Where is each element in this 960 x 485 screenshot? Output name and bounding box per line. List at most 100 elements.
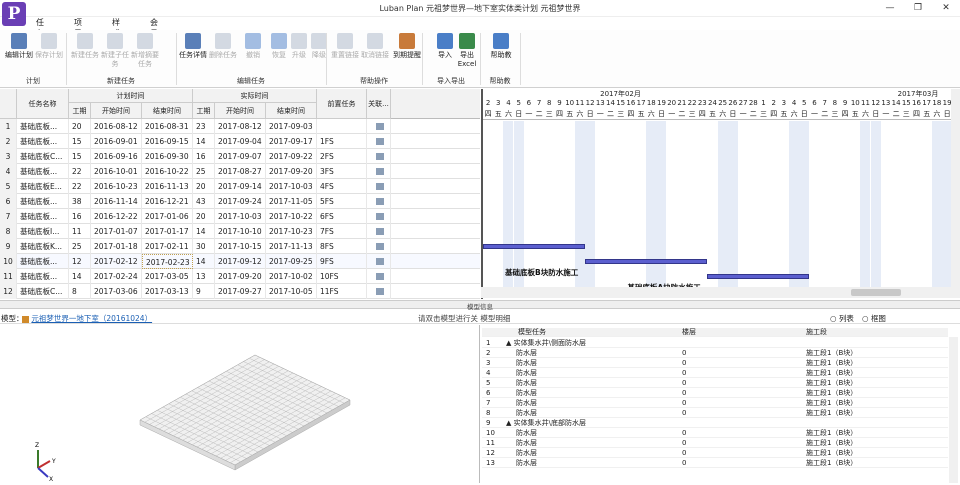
association-cell[interactable] xyxy=(367,269,391,284)
cell-ad[interactable]: 20 xyxy=(193,179,215,194)
cell-ad[interactable]: 20 xyxy=(193,209,215,224)
association-cell[interactable] xyxy=(367,284,391,299)
cell-ps[interactable]: 2016-08-12 xyxy=(91,119,142,134)
cell-as[interactable]: 2017-09-24 xyxy=(215,194,266,209)
cell-pe[interactable]: 2017-02-11 xyxy=(142,239,193,254)
cell-pred[interactable] xyxy=(317,119,367,134)
tree-row[interactable]: 3 防水层 0 施工段1（B块） xyxy=(482,359,948,368)
cell-pe[interactable]: 2017-02-23 xyxy=(142,254,193,269)
cell-as[interactable]: 2017-09-12 xyxy=(215,254,266,269)
table-row[interactable]: 12 基础底板C... 8 2017-03-06 2017-03-13 9 2017-09-… xyxy=(0,284,480,299)
edit-plan-button[interactable]: 编辑计划 xyxy=(4,33,34,60)
cell-pe[interactable]: 2016-09-15 xyxy=(142,134,193,149)
cell-pd[interactable]: 14 xyxy=(69,269,91,284)
cell-pred[interactable]: 2FS xyxy=(317,149,367,164)
tree-row[interactable]: 5 防水层 0 施工段1（B块） xyxy=(482,379,948,388)
tree-row[interactable]: 2 防水层 0 施工段1（B块） xyxy=(482,349,948,358)
cell-pred[interactable]: 11FS xyxy=(317,284,367,299)
col-plan-duration[interactable]: 工期 xyxy=(69,103,91,119)
cell-pd[interactable]: 16 xyxy=(69,209,91,224)
tree-vertical-scrollbar[interactable] xyxy=(949,337,958,483)
new-subtask-button[interactable]: 新建子任务 xyxy=(100,33,130,69)
association-cell[interactable] xyxy=(367,209,391,224)
tree-column-header[interactable]: 施工段 xyxy=(806,328,827,337)
frame-radio[interactable]: ○ 框图 xyxy=(862,313,886,324)
cell-as[interactable]: 2017-08-12 xyxy=(215,119,266,134)
cell-pe[interactable]: 2017-03-05 xyxy=(142,269,193,284)
gantt-task-bar[interactable] xyxy=(483,244,585,249)
cell-as[interactable]: 2017-09-27 xyxy=(215,284,266,299)
tree-row[interactable]: 12 防水层 0 施工段1（B块） xyxy=(482,449,948,458)
association-cell[interactable] xyxy=(367,164,391,179)
help-button[interactable]: 帮助教 xyxy=(486,33,516,60)
cell-name[interactable]: 基础底板E... xyxy=(17,179,69,194)
cell-as[interactable]: 2017-09-20 xyxy=(215,269,266,284)
cell-ad[interactable]: 43 xyxy=(193,194,215,209)
cell-pe[interactable]: 2016-10-22 xyxy=(142,164,193,179)
cell-ps[interactable]: 2016-10-01 xyxy=(91,164,142,179)
cell-ae[interactable]: 2017-10-05 xyxy=(266,284,317,299)
cell-ad[interactable]: 14 xyxy=(193,254,215,269)
cell-pe[interactable]: 2017-01-06 xyxy=(142,209,193,224)
cell-as[interactable]: 2017-10-10 xyxy=(215,224,266,239)
cell-ad[interactable]: 16 xyxy=(193,149,215,164)
cell-as[interactable]: 2017-09-07 xyxy=(215,149,266,164)
cell-pe[interactable]: 2016-09-30 xyxy=(142,149,193,164)
cell-pred[interactable]: 1FS xyxy=(317,134,367,149)
cell-as[interactable]: 2017-09-14 xyxy=(215,179,266,194)
tree-row[interactable]: 11 防水层 0 施工段1（B块） xyxy=(482,439,948,448)
table-row[interactable]: 2 基础底板... 15 2016-09-01 2016-09-15 14 2017-09-… xyxy=(0,134,480,149)
cell-pd[interactable]: 20 xyxy=(69,119,91,134)
tree-row[interactable]: 10 防水层 0 施工段1（B块） xyxy=(482,429,948,438)
cell-ps[interactable]: 2017-02-12 xyxy=(91,254,142,269)
cell-ae[interactable]: 2017-09-22 xyxy=(266,149,317,164)
table-row[interactable]: 7 基础底板... 16 2016-12-22 2017-01-06 20 2017-10-… xyxy=(0,209,480,224)
model-link[interactable]: 元祖梦世界一地下室（20161024） xyxy=(22,313,152,324)
cell-pd[interactable]: 8 xyxy=(69,284,91,299)
cell-name[interactable]: 基础底板C... xyxy=(17,149,69,164)
cell-pd[interactable]: 22 xyxy=(69,179,91,194)
cell-name[interactable]: 基础底板... xyxy=(17,269,69,284)
app-logo-icon[interactable]: P xyxy=(2,2,26,26)
cell-ps[interactable]: 2016-09-16 xyxy=(91,149,142,164)
cell-pe[interactable]: 2016-11-13 xyxy=(142,179,193,194)
delete-task-button[interactable]: 删除任务 xyxy=(208,33,238,60)
cell-name[interactable]: 基础底板... xyxy=(17,254,69,269)
gantt-chart[interactable]: 2017年02月 2017年03月 2 四 3 五 4 六 5 日 6 一 7 二 8 三 9 四 10 五 11 六 12… xyxy=(481,89,960,299)
table-row[interactable]: 11 基础底板... 14 2017-02-24 2017-03-05 13 2017-09… xyxy=(0,269,480,284)
cell-pred[interactable]: 4FS xyxy=(317,179,367,194)
tree-row[interactable]: 13 防水层 0 施工段1（B块） xyxy=(482,459,948,468)
cell-name[interactable]: 基础底板K... xyxy=(17,239,69,254)
summary-task-button[interactable]: 新增摘要任务 xyxy=(130,33,160,69)
cell-as[interactable]: 2017-08-27 xyxy=(215,164,266,179)
cell-ps[interactable]: 2016-11-14 xyxy=(91,194,142,209)
close-button[interactable]: ✕ xyxy=(936,2,956,15)
task-detail-button[interactable]: 任务详情 xyxy=(178,33,208,60)
cell-pred[interactable]: 3FS xyxy=(317,164,367,179)
association-cell[interactable] xyxy=(367,254,391,269)
table-row[interactable]: 8 基础底板I... 11 2017-01-07 2017-01-17 14 2017-10… xyxy=(0,224,480,239)
cell-ps[interactable]: 2016-09-01 xyxy=(91,134,142,149)
association-cell[interactable] xyxy=(367,179,391,194)
save-plan-button[interactable]: 保存计划 xyxy=(34,33,64,60)
unlink-button[interactable]: 取消链接 xyxy=(360,33,390,60)
tree-row[interactable]: 9 ▲ 实体集水井\底部防水层 xyxy=(482,419,948,428)
cell-ae[interactable]: 2017-09-17 xyxy=(266,134,317,149)
cell-ad[interactable]: 23 xyxy=(193,119,215,134)
association-cell[interactable] xyxy=(367,224,391,239)
tree-row[interactable]: 4 防水层 0 施工段1（B块） xyxy=(482,369,948,378)
col-actual-end[interactable]: 结束时间 xyxy=(266,103,317,119)
cell-ae[interactable]: 2017-09-03 xyxy=(266,119,317,134)
cell-pd[interactable]: 38 xyxy=(69,194,91,209)
cell-ps[interactable]: 2017-01-07 xyxy=(91,224,142,239)
tree-row[interactable]: 8 防水层 0 施工段1（B块） xyxy=(482,409,948,418)
cell-ad[interactable]: 25 xyxy=(193,164,215,179)
list-radio[interactable]: ○ 列表 xyxy=(830,313,854,324)
cell-pred[interactable]: 10FS xyxy=(317,269,367,284)
association-cell[interactable] xyxy=(367,134,391,149)
table-row[interactable]: 9 基础底板K... 25 2017-01-18 2017-02-11 30 2017-10… xyxy=(0,239,480,254)
export-excel-button[interactable]: 导出Excel xyxy=(452,33,482,69)
cell-pe[interactable]: 2017-01-17 xyxy=(142,224,193,239)
model-3d-view[interactable]: Z Y X xyxy=(0,325,480,483)
table-row[interactable]: 3 基础底板C... 15 2016-09-16 2016-09-30 16 2017-09… xyxy=(0,149,480,164)
